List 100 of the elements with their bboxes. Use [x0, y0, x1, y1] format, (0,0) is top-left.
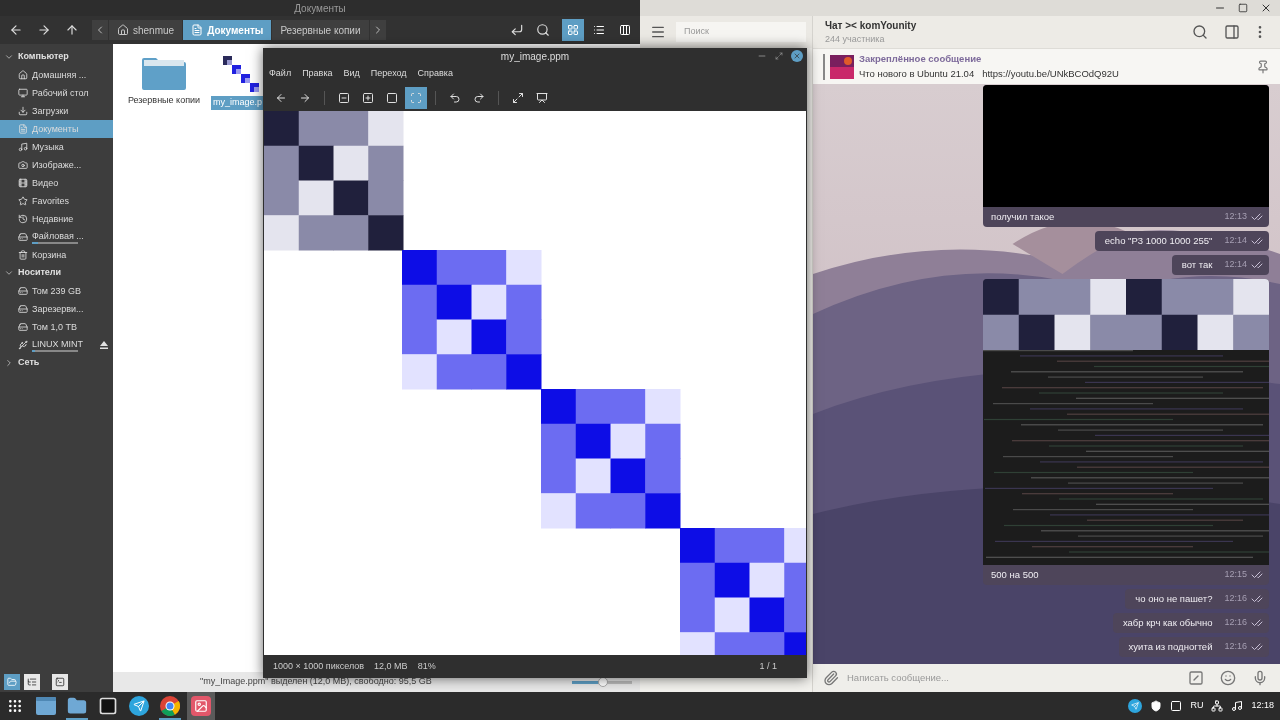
sidebar-item[interactable]: Домашняя ...: [0, 66, 113, 84]
camera-icon: [18, 160, 28, 170]
sidebar-mode-button[interactable]: [52, 674, 68, 690]
sidebar-label: Том 239 GB: [32, 285, 81, 297]
sidebar-item[interactable]: Видео: [0, 174, 113, 192]
location-toggle-icon[interactable]: [510, 23, 524, 37]
document-icon: [191, 24, 204, 36]
toolbar-button[interactable]: [405, 86, 427, 109]
search-icon[interactable]: [1192, 24, 1208, 40]
menu-icon[interactable]: [650, 24, 666, 40]
emoji-icon[interactable]: [1220, 670, 1236, 686]
network-icon[interactable]: [1211, 700, 1224, 712]
member-count: 244 участника: [825, 32, 886, 46]
drive-icon: [18, 232, 28, 242]
close-button[interactable]: [791, 50, 803, 62]
telegram-tray-icon[interactable]: [1128, 699, 1143, 713]
sidebar-item[interactable]: Зарезерви...: [0, 300, 113, 318]
terminal-icon: [55, 677, 65, 687]
sidebar-item[interactable]: Загрузки: [0, 102, 113, 120]
trash-icon: [18, 250, 28, 260]
paper-plane-icon: [1131, 702, 1140, 710]
forward-arrow-icon: [299, 91, 311, 104]
monitor-icon: [18, 88, 28, 98]
sidebar-heading: Носители: [18, 266, 62, 280]
sidebar-label: LINUX MINT: [32, 338, 83, 350]
volume-icon[interactable]: [1231, 700, 1244, 712]
sidebar-label: Домашняя ...: [32, 69, 87, 81]
usb-drive-icon: [18, 340, 28, 350]
menu-item[interactable]: Файл: [269, 67, 292, 81]
clock[interactable]: 12:18: [1251, 699, 1274, 713]
expanded-caret-icon[interactable]: [4, 52, 14, 62]
history-icon: [18, 214, 28, 224]
sidebar-mode-button[interactable]: [24, 674, 40, 690]
search-icon[interactable]: [536, 23, 550, 37]
sidebar-item[interactable]: Favorites: [0, 192, 113, 210]
zoom-out-icon: [338, 91, 350, 104]
breadcrumb-button[interactable]: Резервные копии: [272, 20, 369, 40]
menu-item[interactable]: Вид: [343, 67, 360, 81]
pinned-link[interactable]: https://youtu.be/UNkBCOdQ92U: [982, 66, 1119, 81]
sidebar-item[interactable]: Недавние: [0, 210, 113, 228]
status-text: 1000 × 1000 пикселов: [273, 659, 365, 673]
sidebar-item[interactable]: Корзина: [0, 246, 113, 264]
zoom-in-icon: [362, 91, 374, 104]
pin-icon[interactable]: [1256, 59, 1270, 74]
collapsed-caret-icon[interactable]: [4, 358, 14, 368]
sidebar-label: Рабочий стол: [32, 87, 89, 99]
status-text: 81%: [417, 659, 436, 673]
expanded-caret-icon[interactable]: [4, 268, 14, 278]
list-view-icon: [593, 24, 605, 36]
file-label[interactable]: Резервные копии: [125, 94, 203, 108]
maximize-icon[interactable]: [775, 52, 783, 60]
breadcrumb-button[interactable]: shenmue: [109, 20, 183, 40]
window-icon: [36, 697, 56, 715]
sidebar-label: Видео: [32, 177, 59, 189]
sidebar-item[interactable]: Музыка: [0, 138, 113, 156]
square-icon: [386, 91, 398, 104]
window-title: Документы: [294, 1, 346, 16]
pinned-message-bar[interactable]: Закреплённое сообщение Что нового в Ubuntu 21.04 https://youtu.be/UNkBCOdQ92U: [813, 48, 1280, 84]
sidebar-item[interactable]: Рабочий стол: [0, 84, 113, 102]
sidebar-item[interactable]: Том 1,0 TB: [0, 318, 113, 336]
sidebar-label: Том 1,0 TB: [32, 321, 77, 333]
menu-item[interactable]: Правка: [302, 67, 333, 81]
eject-icon[interactable]: [99, 340, 109, 350]
side-panel-icon[interactable]: [1224, 24, 1240, 40]
menu-item[interactable]: Справка: [417, 67, 453, 81]
sidebar-label: Зарезерви...: [32, 303, 84, 315]
menu-item[interactable]: Переход: [370, 67, 407, 81]
sidebar-label: Файловая ...: [32, 230, 84, 242]
sidebar-item[interactable]: Файловая ...: [0, 228, 113, 246]
sidebar-label: Корзина: [32, 249, 67, 261]
rotate-right-icon: [473, 91, 485, 104]
compact-view-icon: [619, 24, 631, 36]
folder-icon[interactable]: [142, 56, 186, 90]
sidebar-label: Музыка: [32, 141, 64, 153]
sidebar-label: Загрузки: [32, 105, 69, 117]
film-icon: [18, 178, 28, 188]
close-icon[interactable]: [1260, 2, 1272, 14]
image-icon: [191, 696, 211, 716]
image-thumbnail[interactable]: [223, 56, 259, 92]
keyboard-layout[interactable]: RU: [1190, 699, 1204, 713]
sidebar-item[interactable]: LINUX MINT: [0, 336, 113, 354]
shield-icon[interactable]: [1150, 700, 1163, 712]
terminal-icon: [98, 696, 118, 716]
scroll-left-button[interactable]: [92, 20, 108, 40]
sidebar-item[interactable]: Изображе...: [0, 156, 113, 174]
microphone-icon[interactable]: [1252, 670, 1268, 686]
sidebar-heading: Компьютер: [18, 50, 69, 64]
commands-icon[interactable]: [1188, 670, 1204, 686]
attach-icon[interactable]: [823, 670, 839, 686]
sidebar-label: Документы: [32, 123, 79, 135]
slideshow-icon: [536, 91, 548, 104]
maximize-icon[interactable]: [1238, 3, 1248, 13]
status-text: 12,0 MB: [374, 659, 408, 673]
folder-icon: [67, 696, 87, 716]
rotate-left-icon: [449, 91, 461, 104]
fullscreen-icon: [512, 91, 524, 104]
sidebar-item[interactable]: Том 239 GB: [0, 282, 113, 300]
sidebar-label: Изображе...: [32, 159, 82, 171]
home-icon: [18, 70, 28, 80]
scroll-right-button[interactable]: [369, 20, 386, 40]
